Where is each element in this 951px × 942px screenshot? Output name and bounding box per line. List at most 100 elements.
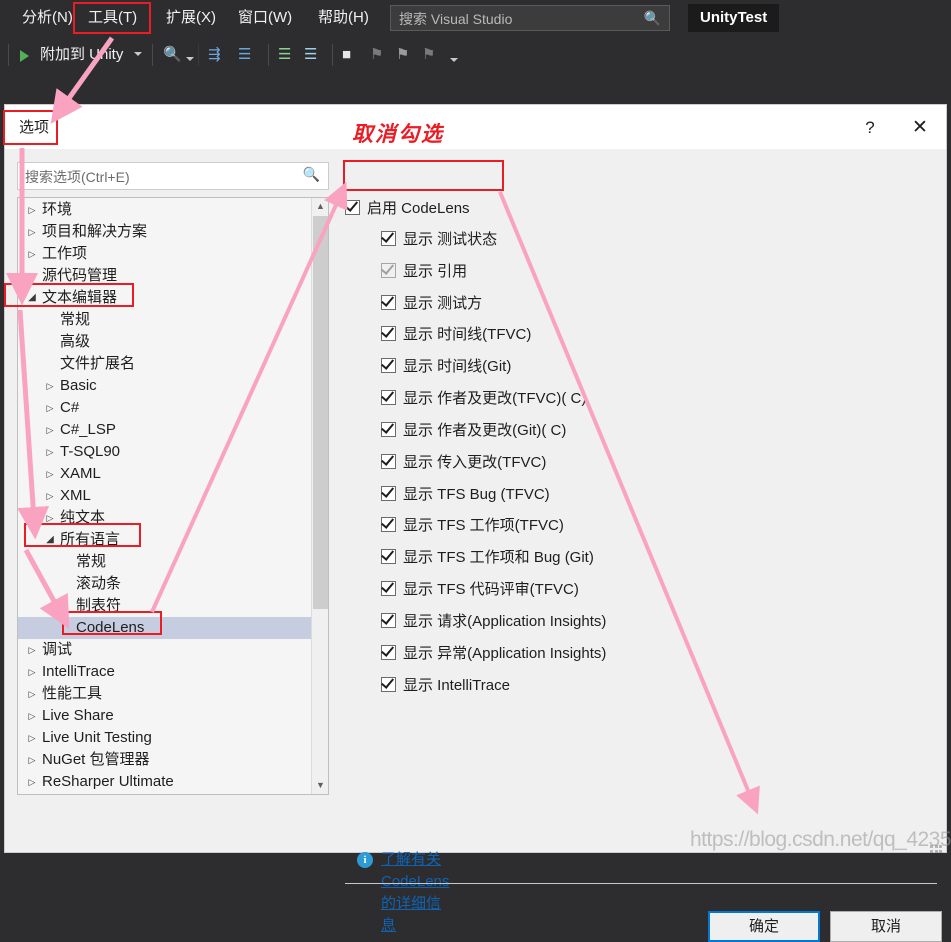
previous-bookmark-icon[interactable]: ⚑ — [370, 44, 383, 66]
tree-item[interactable]: ▷ IntelliTrace — [18, 661, 328, 683]
chevron-right-icon[interactable]: ▷ — [26, 199, 38, 221]
tree-item[interactable]: ▷ 性能工具 — [18, 683, 328, 705]
chevron-right-icon[interactable]: ▷ — [26, 749, 38, 771]
chevron-right-icon[interactable]: ▷ — [26, 727, 38, 749]
chevron-right-icon[interactable]: ▷ — [26, 265, 38, 287]
tree-item[interactable]: ◢ 文本编辑器 — [18, 287, 328, 309]
checkbox-icon[interactable] — [380, 611, 396, 628]
checkbox-icon[interactable] — [380, 388, 396, 405]
checkbox-icon[interactable] — [380, 356, 396, 373]
tree-item[interactable]: ▷ T-SQL90 — [18, 441, 328, 463]
chevron-right-icon[interactable]: ▷ — [26, 221, 38, 243]
tree-item[interactable]: ▷ ReSharper Ultimate — [18, 771, 328, 793]
tree-item[interactable]: 高级 — [18, 331, 328, 353]
learn-more-link[interactable]: 了解有关 CodeLens 的详细信息 — [381, 849, 449, 937]
tree-item[interactable]: CodeLens — [18, 617, 328, 639]
attach-to-unity-label[interactable]: 附加到 Unity — [40, 45, 123, 65]
bookmark-icon[interactable]: ■ — [342, 44, 351, 66]
chevron-down-icon[interactable]: ◢ — [26, 287, 38, 309]
chevron-right-icon[interactable]: ▷ — [26, 243, 38, 265]
navigate-backward-icon[interactable]: ⇶ — [208, 44, 221, 66]
chevron-right-icon[interactable]: ▷ — [44, 397, 56, 419]
tree-item[interactable]: ◢ 所有语言 — [18, 529, 328, 551]
checkbox-icon[interactable] — [380, 293, 396, 310]
tree-item[interactable]: 制表符 — [18, 595, 328, 617]
checkbox-icon[interactable] — [380, 229, 396, 246]
menu-item-extensions[interactable]: 扩展(X) — [158, 6, 224, 30]
options-search-input[interactable]: 搜索选项(Ctrl+E) 🔍 — [17, 162, 329, 190]
menu-item-analyze[interactable]: 分析(N) — [14, 6, 81, 30]
checkbox-icon[interactable] — [380, 324, 396, 341]
check-icon — [380, 293, 395, 307]
tree-item[interactable]: ▷ 项目和解决方案 — [18, 221, 328, 243]
chevron-down-icon[interactable]: ◢ — [44, 529, 56, 551]
help-icon[interactable]: ? — [855, 116, 885, 140]
unity-test-button[interactable]: UnityTest — [688, 4, 780, 32]
tree-item[interactable]: ▷ 工作项 — [18, 243, 328, 265]
tree-item[interactable]: ▷ Live Unit Testing — [18, 727, 328, 749]
menu-item-tools[interactable]: 工具(T) — [80, 6, 145, 30]
checkbox-icon[interactable] — [380, 420, 396, 437]
ok-button[interactable]: 确定 — [708, 911, 820, 942]
scrollbar-thumb[interactable] — [313, 216, 328, 609]
tree-item[interactable]: ▷ C#_LSP — [18, 419, 328, 441]
chevron-right-icon[interactable]: ▷ — [44, 441, 56, 463]
chevron-right-icon[interactable]: ▷ — [44, 375, 56, 397]
tree-item[interactable]: ▷ Basic — [18, 375, 328, 397]
chevron-right-icon[interactable]: ▷ — [44, 463, 56, 485]
checkbox-icon[interactable] — [380, 515, 396, 532]
tree-item[interactable]: 滚动条 — [18, 573, 328, 595]
tree-item[interactable]: ▷ 环境 — [18, 199, 328, 221]
scroll-up-icon[interactable]: ▲ — [312, 198, 328, 215]
checkbox-icon[interactable] — [380, 452, 396, 469]
indent-icon[interactable]: ☰ — [278, 44, 291, 66]
chevron-right-icon[interactable]: ▷ — [44, 419, 56, 441]
play-icon[interactable] — [20, 50, 29, 62]
close-icon[interactable]: ✕ — [905, 116, 935, 140]
checkbox-icon[interactable] — [380, 643, 396, 660]
checkbox-icon[interactable] — [344, 198, 360, 215]
chevron-down-icon[interactable] — [186, 57, 194, 61]
watermark-text: https://blog.csdn.net/qq_42351033 — [690, 828, 951, 851]
scroll-down-icon[interactable]: ▼ — [312, 777, 328, 794]
find-in-files-icon[interactable]: 🔍 — [163, 44, 182, 66]
options-tree[interactable]: ▷ 环境 ▷ 项目和解决方案 ▷ 工作项 ▷ 源代码管理 ◢ 文本编辑器 常规 高级 文件扩展名 ▷ Bas… — [17, 197, 329, 795]
navigate-forward-icon[interactable]: ☰ — [238, 44, 251, 66]
tree-item[interactable]: ▷ C# — [18, 397, 328, 419]
comment-icon[interactable]: ☰ — [304, 44, 317, 66]
tree-item[interactable]: ▷ NuGet 包管理器 — [18, 749, 328, 771]
chevron-right-icon[interactable]: ▷ — [26, 661, 38, 683]
tree-item[interactable]: 常规 — [18, 551, 328, 573]
tree-item[interactable]: 常规 — [18, 309, 328, 331]
tree-scrollbar[interactable]: ▲ ▼ — [311, 198, 328, 794]
tree-item[interactable]: ▷ 纯文本 — [18, 507, 328, 529]
toolbar-overflow-icon[interactable] — [450, 58, 458, 62]
next-bookmark-icon[interactable]: ⚑ — [396, 44, 409, 66]
menu-item-help[interactable]: 帮助(H) — [310, 6, 377, 30]
vs-search-box[interactable]: 搜索 Visual Studio 🔍 — [390, 5, 670, 31]
checkbox-label: 显示 时间线(Git) — [403, 358, 512, 375]
chevron-right-icon[interactable]: ▷ — [26, 683, 38, 705]
chevron-down-icon[interactable] — [134, 52, 142, 56]
tree-item-label: 工作项 — [42, 245, 88, 262]
tree-item[interactable]: ▷ Live Share — [18, 705, 328, 727]
chevron-right-icon[interactable]: ▷ — [26, 705, 38, 727]
checkbox-icon[interactable] — [380, 579, 396, 596]
checkbox-icon[interactable] — [380, 547, 396, 564]
tree-item[interactable]: ▷ 源代码管理 — [18, 265, 328, 287]
cancel-button[interactable]: 取消 — [830, 911, 942, 942]
tree-item[interactable]: ▷ 调试 — [18, 639, 328, 661]
chevron-right-icon[interactable]: ▷ — [44, 485, 56, 507]
chevron-right-icon[interactable]: ▷ — [26, 639, 38, 661]
check-icon — [380, 484, 395, 498]
tree-item[interactable]: ▷ XAML — [18, 463, 328, 485]
checkbox-icon[interactable] — [380, 675, 396, 692]
checkbox-icon[interactable] — [380, 484, 396, 501]
menu-item-window[interactable]: 窗口(W) — [230, 6, 300, 30]
tree-item[interactable]: ▷ XML — [18, 485, 328, 507]
checkbox-icon[interactable] — [380, 261, 396, 278]
chevron-right-icon[interactable]: ▷ — [44, 507, 56, 529]
chevron-right-icon[interactable]: ▷ — [26, 771, 38, 793]
tree-item[interactable]: 文件扩展名 — [18, 353, 328, 375]
clear-bookmarks-icon[interactable]: ⚑ — [422, 44, 435, 66]
